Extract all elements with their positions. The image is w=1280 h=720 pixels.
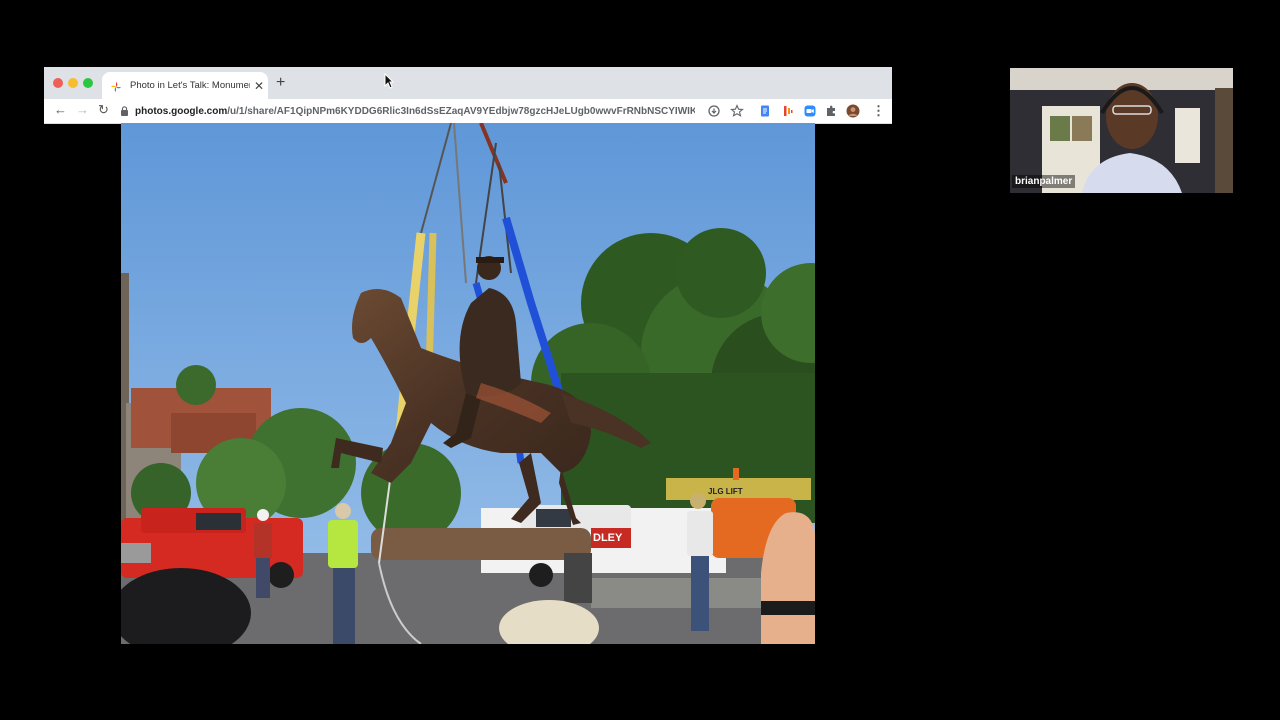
minimize-window-button[interactable]: [68, 78, 78, 88]
participant-video-tile[interactable]: brianpalmer: [1010, 68, 1233, 193]
tab-photo[interactable]: Photo in Let's Talk: Monument ✕: [102, 72, 268, 99]
url-domain: photos.google.com: [135, 105, 228, 117]
browser-menu-icon[interactable]: ⋮: [872, 103, 885, 119]
tab-strip: Photo in Let's Talk: Monument ✕ +: [44, 67, 892, 99]
back-icon[interactable]: ←: [54, 102, 67, 117]
reload-icon[interactable]: ↻: [98, 102, 109, 118]
tab-title: Photo in Let's Talk: Monument: [130, 80, 250, 91]
lock-icon: [121, 106, 128, 116]
extensions-puzzle-icon[interactable]: [824, 104, 838, 118]
browser-window: Photo in Let's Talk: Monument ✕ + ← → ↻ …: [44, 67, 892, 644]
red-extension-icon[interactable]: [781, 104, 795, 118]
participant-name: brianpalmer: [1012, 175, 1076, 188]
docs-extension-icon[interactable]: [758, 104, 772, 118]
truck-lettering: DLEY: [593, 532, 623, 544]
maximize-window-button[interactable]: [83, 78, 93, 88]
zoom-extension-icon[interactable]: [803, 104, 817, 118]
profile-avatar-icon[interactable]: [846, 104, 860, 118]
close-tab-icon[interactable]: ✕: [254, 79, 264, 93]
address-bar[interactable]: photos.google.com/u/1/share/AF1QipNPm6KY…: [120, 102, 700, 120]
close-window-button[interactable]: [53, 78, 63, 88]
shared-photo: DLEY JLG LIFT: [121, 123, 815, 644]
install-icon[interactable]: [707, 104, 721, 118]
browser-toolbar: ← → ↻ photos.google.com/u/1/share/AF1Qip…: [44, 99, 892, 124]
bookmark-star-icon[interactable]: [730, 104, 744, 118]
url-path: /u/1/share/AF1QipNPm6KYDDG6Rlic3In6dSsEZ…: [227, 105, 695, 117]
worker-center: [564, 553, 592, 603]
new-tab-icon[interactable]: +: [276, 74, 285, 92]
mouse-cursor-icon: [384, 73, 394, 89]
google-photos-icon: [110, 80, 122, 92]
lift-sign: JLG LIFT: [708, 487, 743, 496]
forward-icon[interactable]: →: [76, 102, 89, 117]
